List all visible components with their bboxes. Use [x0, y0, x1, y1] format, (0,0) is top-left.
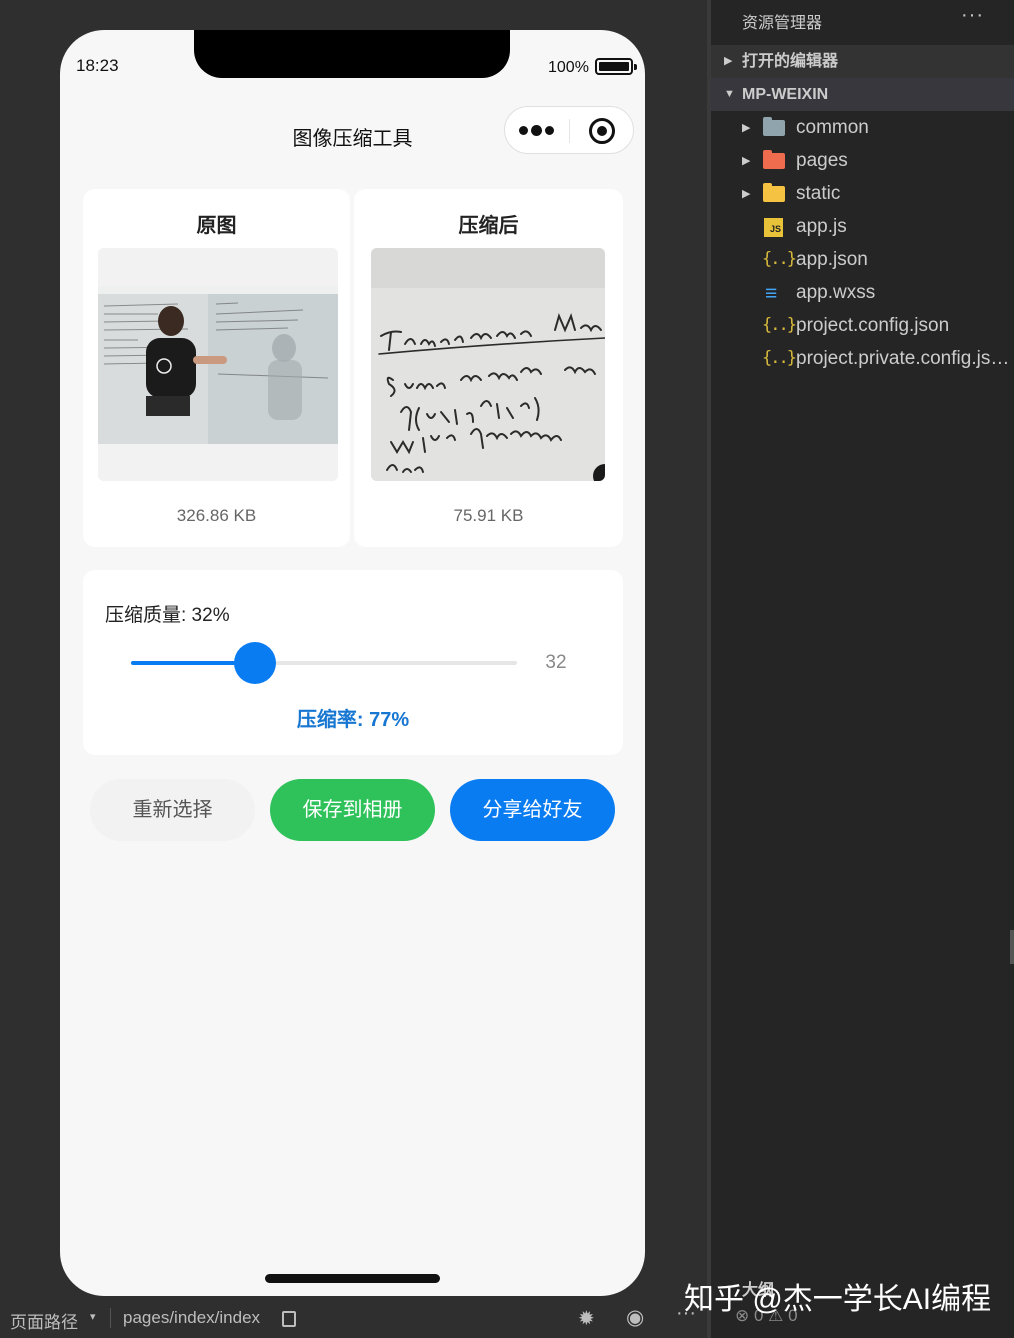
original-title: 原图: [196, 215, 237, 237]
folder-pages-icon: [763, 150, 785, 171]
project-section[interactable]: ▼ MP-WEIXIN: [711, 78, 1014, 111]
quality-card: 压缩质量: 32% 32 压缩率: 77%: [83, 570, 623, 755]
tree-item-label: pages: [796, 150, 848, 171]
json-file-icon: {..}: [762, 348, 797, 368]
folder-icon: [763, 117, 785, 138]
compressed-photo: [371, 248, 605, 481]
tree-item-label: project.private.config.json: [796, 348, 1011, 369]
bottom-divider: [110, 1308, 111, 1328]
reselect-button[interactable]: 重新选择: [90, 779, 255, 841]
tree-item-label: app.json: [796, 249, 868, 270]
json-file-icon: {..}: [762, 249, 797, 269]
phone-screen: 18:23 100% 图像压缩工具 原图 326.86 KB 压缩后 75.91…: [60, 30, 645, 1296]
quality-label: 压缩质量: 32%: [105, 605, 230, 626]
save-to-album-button[interactable]: 保存到相册: [270, 779, 435, 841]
tree-item-label: static: [796, 183, 841, 204]
chevron-right-icon: ▶: [724, 55, 733, 67]
explorer-panel: 资源管理器 ··· ▶ 打开的编辑器 ▼ MP-WEIXIN ▶ common …: [711, 0, 1014, 1300]
compressed-title: 压缩后: [458, 215, 519, 237]
battery-percent: 100%: [548, 59, 589, 76]
tree-item-label: app.js: [796, 216, 847, 237]
tree-item-label: app.wxss: [796, 282, 876, 303]
battery-icon: [595, 58, 637, 75]
chevron-right-icon: ▶: [742, 155, 751, 167]
open-editors-section[interactable]: ▶ 打开的编辑器: [711, 45, 1014, 78]
slider-thumb[interactable]: [233, 642, 276, 684]
tree-item-project-private-config[interactable]: {..} project.private.config.json: [711, 342, 1014, 375]
phone-notch: [194, 30, 510, 78]
chevron-right-icon: ▶: [742, 122, 751, 134]
original-photo: [98, 248, 338, 481]
original-image-card: 原图 326.86 KB: [83, 189, 350, 547]
close-miniprogram-icon[interactable]: [589, 118, 615, 144]
compressed-image[interactable]: [371, 248, 605, 481]
watermark: 知乎 @杰一学长AI编程: [684, 1283, 992, 1316]
simulator-area: 18:23 100% 图像压缩工具 原图 326.86 KB 压缩后 75.91…: [0, 0, 707, 1300]
eye-icon[interactable]: ◉: [626, 1305, 644, 1330]
json-file-icon: {..}: [762, 315, 797, 335]
tree-item-label: common: [796, 117, 869, 138]
copy-icon[interactable]: [282, 1311, 296, 1327]
explorer-more-icon[interactable]: ···: [961, 4, 984, 27]
tree-item-app-js[interactable]: JS app.js: [711, 210, 1014, 243]
tree-item-common[interactable]: ▶ common: [711, 111, 1014, 144]
tree-item-pages[interactable]: ▶ pages: [711, 144, 1014, 177]
chevron-down-icon: ▼: [724, 88, 735, 100]
share-button[interactable]: 分享给好友: [450, 779, 615, 841]
chevron-right-icon: ▶: [742, 188, 751, 200]
simulator-bottom-bar: 页面路径 ▾ pages/index/index ✹ ◉ ···: [0, 1300, 707, 1338]
chevron-down-icon[interactable]: ▾: [90, 1310, 96, 1323]
more-icon[interactable]: [519, 119, 557, 141]
compressed-image-card: 压缩后 75.91 KB: [354, 189, 623, 547]
miniprogram-capsule: [504, 106, 634, 154]
original-image[interactable]: [98, 248, 338, 481]
compression-ratio: 压缩率: 77%: [296, 709, 410, 731]
tree-item-app-json[interactable]: {..} app.json: [711, 243, 1014, 276]
quality-slider[interactable]: [131, 642, 517, 684]
scrollbar-thumb[interactable]: [1010, 930, 1014, 964]
tree-item-project-config[interactable]: {..} project.config.json: [711, 309, 1014, 342]
open-editors-label: 打开的编辑器: [742, 53, 839, 70]
compressed-size: 75.91 KB: [453, 506, 524, 525]
home-indicator: [265, 1274, 440, 1283]
js-file-icon: JS: [763, 217, 785, 237]
css-file-icon: ≡: [765, 282, 778, 305]
tree-item-app-wxss[interactable]: ≡ app.wxss: [711, 276, 1014, 309]
original-size: 326.86 KB: [176, 506, 257, 525]
explorer-title: 资源管理器: [742, 15, 823, 32]
folder-static-icon: [763, 183, 785, 204]
project-label: MP-WEIXIN: [742, 86, 829, 103]
route-label[interactable]: 页面路径: [10, 1308, 78, 1333]
slider-value: 32: [545, 652, 567, 673]
page-path: pages/index/index: [123, 1308, 261, 1327]
capsule-divider: [569, 119, 570, 143]
tree-item-label: project.config.json: [796, 315, 950, 336]
status-time: 18:23: [76, 56, 119, 75]
tree-item-static[interactable]: ▶ static: [711, 177, 1014, 210]
bug-icon[interactable]: ✹: [578, 1306, 595, 1331]
